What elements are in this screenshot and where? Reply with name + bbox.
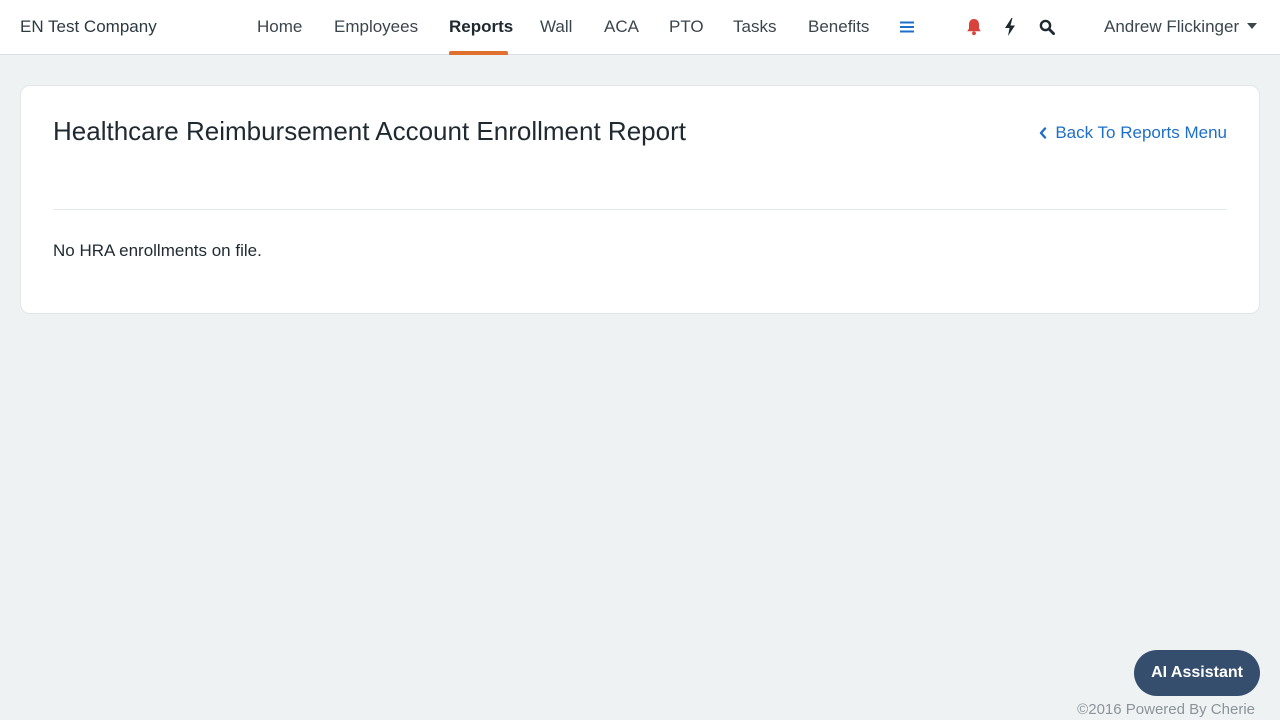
nav-employees[interactable]: Employees [334, 17, 418, 37]
back-to-reports-link[interactable]: Back To Reports Menu [1039, 123, 1227, 143]
user-menu[interactable]: Andrew Flickinger [1104, 17, 1258, 37]
nav-pto[interactable]: PTO [669, 17, 704, 37]
divider [53, 209, 1227, 210]
hamburger-menu-icon[interactable] [896, 15, 918, 39]
empty-state-message: No HRA enrollments on file. [53, 241, 262, 260]
active-tab-indicator [449, 51, 508, 55]
top-navbar: EN Test Company Home Employees Reports W… [0, 0, 1280, 55]
back-link-label: Back To Reports Menu [1055, 123, 1227, 142]
nav-aca[interactable]: ACA [604, 17, 639, 37]
nav-wall[interactable]: Wall [540, 17, 572, 37]
page-title: Healthcare Reimbursement Account Enrollm… [53, 116, 686, 146]
report-card: Healthcare Reimbursement Account Enrollm… [20, 85, 1260, 314]
search-icon[interactable] [1036, 15, 1058, 39]
brand-company-name[interactable]: EN Test Company [20, 17, 157, 37]
lightning-icon[interactable] [999, 15, 1021, 39]
footer-copyright: ©2016 Powered By Cherie [1077, 701, 1255, 718]
ai-assistant-button[interactable]: AI Assistant [1134, 650, 1260, 696]
chevron-left-icon [1039, 127, 1047, 139]
chevron-down-icon [1247, 22, 1258, 29]
nav-reports[interactable]: Reports [449, 17, 513, 37]
nav-home[interactable]: Home [257, 17, 302, 37]
bell-icon[interactable] [963, 15, 985, 39]
nav-tasks[interactable]: Tasks [733, 17, 776, 37]
user-name: Andrew Flickinger [1104, 17, 1240, 36]
nav-benefits[interactable]: Benefits [808, 17, 869, 37]
